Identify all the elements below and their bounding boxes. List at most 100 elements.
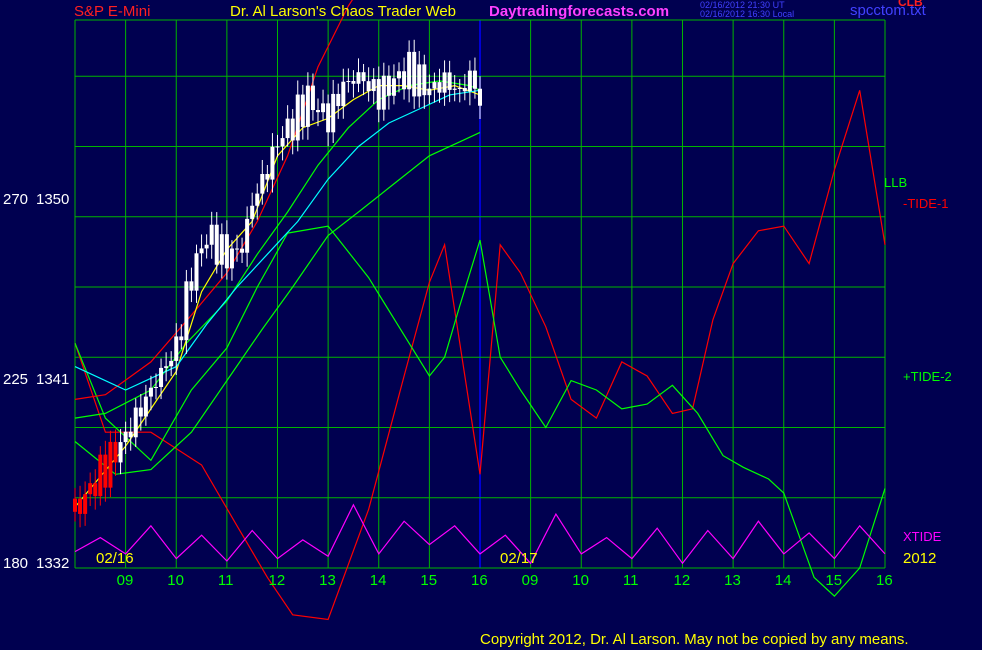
price-candle-body — [199, 248, 204, 254]
x-tick-label: 12 — [673, 572, 691, 589]
price-candle-body — [361, 72, 366, 82]
price-candle-body — [290, 118, 295, 141]
price-candle-body — [341, 81, 346, 107]
x-tick-label: 09 — [521, 572, 539, 589]
price-candle-body — [366, 81, 371, 92]
price-candle-body — [336, 93, 341, 107]
price-candle-body — [235, 248, 239, 250]
price-candle-body — [417, 64, 422, 97]
price-candle-body — [462, 87, 467, 92]
price-candle-body — [457, 87, 462, 89]
price-candle-body — [93, 483, 98, 497]
price-candle-body — [386, 75, 391, 96]
price-candle-body — [214, 224, 219, 265]
price-candle-body — [118, 442, 123, 463]
price-candle-body — [478, 88, 482, 106]
price-candle-body — [194, 253, 199, 291]
y-left-label-bottom: 180 — [3, 555, 29, 572]
price-candle-body — [270, 146, 275, 180]
price-candle-body — [437, 82, 442, 93]
price-candle-body — [164, 366, 169, 368]
price-candle-body — [280, 138, 285, 147]
price-candle-body — [275, 146, 280, 148]
chart-canvas — [73, 0, 886, 621]
x-tick-label: 12 — [268, 572, 286, 589]
price-candle-body — [169, 360, 174, 367]
price-candle-body — [427, 88, 432, 96]
price-candle-body — [407, 51, 412, 90]
price-candle-body — [295, 94, 300, 141]
y-price-label-middle: 1341 — [36, 371, 70, 388]
site-name: Daytradingforecasts.com — [489, 3, 670, 20]
price-candle-body — [250, 205, 255, 219]
price-candle-body — [204, 244, 209, 249]
tide2-label: +TIDE-2 — [903, 369, 952, 384]
timestamp-local: 02/16/2012 16:30 Local — [700, 9, 795, 19]
price-candle-body — [98, 454, 103, 497]
price-candle-body — [351, 80, 356, 84]
price-candle-body — [300, 94, 305, 127]
price-candle-body — [103, 454, 108, 488]
tide1-label: -TIDE-1 — [903, 196, 949, 211]
price-candle-body — [356, 72, 361, 84]
app-title: Dr. Al Larson's Chaos Trader Web — [230, 3, 457, 20]
price-candle-body — [442, 72, 447, 93]
price-candle-body — [184, 281, 189, 341]
price-candle-body — [108, 441, 113, 488]
price-candle-body — [452, 88, 457, 90]
x-tick-label: 15 — [825, 572, 843, 589]
price-candle-body — [229, 248, 234, 269]
date-label-year: 2012 — [903, 550, 937, 567]
price-candle-body — [321, 103, 326, 113]
price-candle-body — [331, 93, 336, 133]
price-candle-body — [467, 70, 472, 92]
price-candle-body — [73, 498, 77, 512]
x-tick-label: 11 — [217, 572, 234, 589]
price-candle-body — [422, 64, 427, 96]
price-candle-body — [376, 79, 381, 110]
price-candle-body — [240, 248, 245, 253]
copyright: Copyright 2012, Dr. Al Larson. May not b… — [480, 631, 909, 648]
date-label-day1: 02/16 — [96, 550, 134, 567]
x-tick-label: 13 — [724, 572, 741, 589]
x-tick-label: 13 — [319, 572, 336, 589]
price-candle-body — [447, 72, 452, 90]
x-tick-label: 14 — [369, 572, 387, 589]
price-candle-body — [245, 218, 250, 253]
price-candle-body — [113, 441, 118, 463]
price-candle-body — [174, 336, 179, 361]
price-candle-body — [381, 75, 386, 110]
price-candle-body — [265, 173, 270, 180]
x-tick-label: 16 — [471, 572, 488, 589]
price-candle-body — [472, 70, 477, 89]
price-candle-body — [391, 78, 396, 96]
price-candle-body — [88, 483, 93, 495]
price-candle-body — [159, 367, 164, 387]
price-candle-body — [316, 110, 320, 113]
price-candle-body — [310, 85, 315, 111]
y-price-label-bottom: 1332 — [36, 555, 70, 572]
price-candle-body — [402, 71, 407, 90]
y-left-label-middle: 225 — [3, 371, 29, 388]
x-tick-label: 16 — [876, 572, 893, 589]
x-tick-label: 15 — [420, 572, 438, 589]
x-tick-label: 09 — [116, 572, 134, 589]
xtide-label: XTIDE — [903, 529, 942, 544]
price-candle-body — [397, 71, 401, 79]
y-price-label-top: 1350 — [36, 191, 70, 208]
price-candle-body — [260, 173, 265, 194]
price-candle-body — [255, 193, 260, 206]
clb-label: CLB — [898, 0, 923, 9]
price-candle-body — [154, 386, 158, 388]
date-label-day2: 02/17 — [500, 550, 538, 567]
llb-label: LLB — [884, 175, 908, 190]
y-left-label-top: 270 — [3, 191, 29, 208]
price-candle-body — [326, 103, 331, 133]
price-candle-body — [219, 234, 224, 265]
price-candle-body — [133, 407, 138, 438]
price-candle-body — [371, 79, 376, 92]
x-tick-label: 10 — [572, 572, 589, 589]
price-candle-body — [412, 51, 417, 97]
price-candle-body — [83, 494, 88, 514]
price-candle-body — [432, 82, 437, 89]
